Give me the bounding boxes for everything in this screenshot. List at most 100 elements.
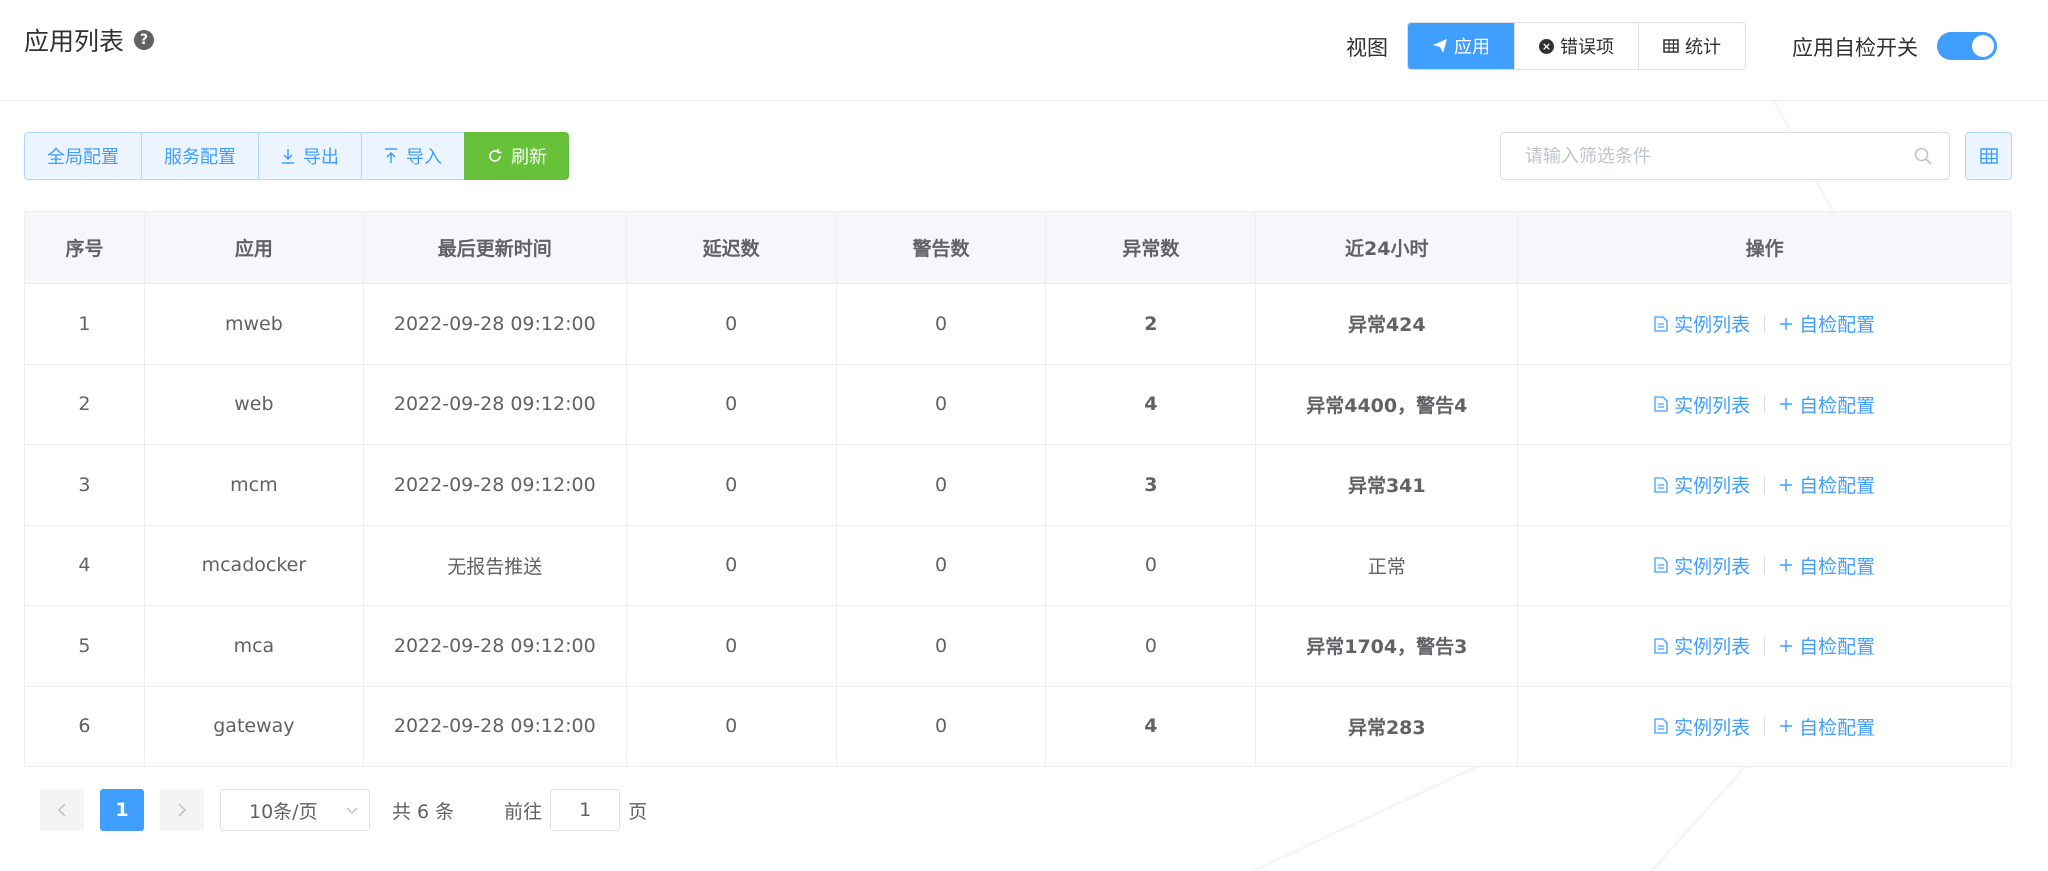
page-size-value: 10条/页 xyxy=(249,800,318,823)
divider xyxy=(1764,395,1766,414)
import-button[interactable]: 导入 xyxy=(361,132,464,180)
table-header-row: 序号 应用 最后更新时间 延迟数 警告数 异常数 近24小时 操作 xyxy=(24,211,2012,284)
cell-recent: 异常283 xyxy=(1255,685,1519,767)
page-suffix: 页 xyxy=(628,800,648,823)
cell-app: web xyxy=(143,363,364,445)
service-config-label: 服务配置 xyxy=(164,147,236,168)
instance-list-label: 实例列表 xyxy=(1674,314,1751,337)
toolbar: 全局配置 服务配置 导出 导入 刷新 xyxy=(24,132,569,180)
cell-index: 5 xyxy=(24,605,145,687)
cell-recent: 异常424 xyxy=(1255,283,1519,365)
cell-error: 2 xyxy=(1045,283,1257,365)
app-table: 序号 应用 最后更新时间 延迟数 警告数 异常数 近24小时 操作 1 mweb… xyxy=(24,211,2012,767)
cell-updated: 2022-09-28 09:12:00 xyxy=(362,685,627,767)
selfcheck-config-label: 自检配置 xyxy=(1799,555,1876,578)
pagination: 1 10条/页 共 6 条 前往 页 xyxy=(40,789,647,831)
cell-error: 0 xyxy=(1045,605,1257,687)
plus-icon xyxy=(1780,478,1793,491)
filter-input[interactable] xyxy=(1501,133,1891,179)
page-size-select[interactable]: 10条/页 xyxy=(220,789,370,831)
instance-list-label: 实例列表 xyxy=(1674,475,1751,498)
row-actions: 实例列表 自检配置 xyxy=(1518,713,2011,740)
selfcheck-config-link[interactable]: 自检配置 xyxy=(1779,471,1875,498)
cell-warn: 0 xyxy=(835,605,1047,687)
refresh-button[interactable]: 刷新 xyxy=(464,132,569,180)
instance-list-link[interactable]: 实例列表 xyxy=(1654,713,1750,740)
table-row: 6 gateway 2022-09-28 09:12:00 0 0 4 异常28… xyxy=(24,685,2012,767)
instance-list-link[interactable]: 实例列表 xyxy=(1654,310,1750,337)
refresh-label: 刷新 xyxy=(511,147,547,168)
column-header: 警告数 xyxy=(835,211,1047,284)
table-icon xyxy=(1663,39,1679,53)
question-icon[interactable]: ? xyxy=(134,30,155,50)
cell-updated: 2022-09-28 09:12:00 xyxy=(362,605,627,687)
row-actions: 实例列表 自检配置 xyxy=(1518,391,2011,418)
export-button[interactable]: 导出 xyxy=(258,132,361,180)
table-row: 2 web 2022-09-28 09:12:00 0 0 4 异常4400，警… xyxy=(24,363,2012,445)
plus-icon xyxy=(1780,317,1793,330)
prev-page-button[interactable] xyxy=(40,789,84,831)
cell-app: gateway xyxy=(143,685,364,767)
cell-warn: 0 xyxy=(835,524,1047,606)
column-header: 序号 xyxy=(24,211,145,284)
selfcheck-config-link[interactable]: 自检配置 xyxy=(1779,713,1875,740)
download-icon xyxy=(282,149,294,164)
column-header: 近24小时 xyxy=(1255,211,1519,284)
next-page-button[interactable] xyxy=(160,789,204,831)
goto-label: 前往 xyxy=(504,800,543,823)
selfcheck-config-link[interactable]: 自检配置 xyxy=(1779,552,1875,579)
chevron-right-icon xyxy=(178,803,187,817)
refresh-icon xyxy=(489,149,502,162)
view-tab-stats[interactable]: 统计 xyxy=(1639,23,1745,69)
chevron-left-icon xyxy=(57,803,66,817)
selfcheck-config-link[interactable]: 自检配置 xyxy=(1779,391,1875,418)
row-actions: 实例列表 自检配置 xyxy=(1518,310,2011,337)
view-label: 视图 xyxy=(1346,36,1388,60)
instance-list-link[interactable]: 实例列表 xyxy=(1654,471,1750,498)
view-tab-errors[interactable]: × 错误项 xyxy=(1515,23,1639,69)
cell-error: 0 xyxy=(1045,524,1257,606)
instance-list-label: 实例列表 xyxy=(1674,636,1751,659)
table-row: 5 mca 2022-09-28 09:12:00 0 0 0 异常1704，警… xyxy=(24,605,2012,687)
cell-index: 4 xyxy=(24,524,145,606)
row-actions: 实例列表 自检配置 xyxy=(1518,552,2011,579)
cell-delay: 0 xyxy=(625,363,837,445)
instance-list-link[interactable]: 实例列表 xyxy=(1654,632,1750,659)
column-header: 操作 xyxy=(1517,211,2012,284)
instance-list-label: 实例列表 xyxy=(1674,555,1751,578)
divider xyxy=(1764,717,1766,736)
instance-list-label: 实例列表 xyxy=(1674,716,1751,739)
cell-delay: 0 xyxy=(625,685,837,767)
cell-app: mweb xyxy=(143,283,364,365)
plus-icon xyxy=(1780,398,1793,411)
view-switcher: 应用 × 错误项 统计 xyxy=(1407,22,1746,70)
column-settings-button[interactable] xyxy=(1965,132,2012,180)
selfcheck-config-label: 自检配置 xyxy=(1799,716,1876,739)
selfcheck-config-label: 自检配置 xyxy=(1799,314,1876,337)
divider xyxy=(1764,636,1766,655)
selfcheck-label: 应用自检开关 xyxy=(1792,36,1918,60)
selfcheck-config-label: 自检配置 xyxy=(1799,475,1876,498)
cell-warn: 0 xyxy=(835,685,1047,767)
service-config-button[interactable]: 服务配置 xyxy=(141,132,258,180)
selfcheck-config-link[interactable]: 自检配置 xyxy=(1779,310,1875,337)
view-tab-app-label: 应用 xyxy=(1454,37,1490,58)
selfcheck-config-link[interactable]: 自检配置 xyxy=(1779,632,1875,659)
instance-list-link[interactable]: 实例列表 xyxy=(1654,552,1750,579)
document-icon xyxy=(1654,718,1668,734)
divider xyxy=(1764,556,1766,575)
cell-delay: 0 xyxy=(625,605,837,687)
goto-page-input[interactable] xyxy=(550,789,621,831)
cell-delay: 0 xyxy=(625,524,837,606)
view-tab-app[interactable]: 应用 xyxy=(1408,23,1515,69)
cell-error: 4 xyxy=(1045,363,1257,445)
selfcheck-toggle[interactable] xyxy=(1937,32,1997,60)
cell-app: mcadocker xyxy=(143,524,364,606)
column-header: 最后更新时间 xyxy=(362,211,627,284)
cell-warn: 0 xyxy=(835,283,1047,365)
row-actions: 实例列表 自检配置 xyxy=(1518,471,2011,498)
page-number-button[interactable]: 1 xyxy=(100,789,144,831)
search-icon[interactable] xyxy=(1913,146,1933,166)
global-config-button[interactable]: 全局配置 xyxy=(24,132,141,180)
instance-list-link[interactable]: 实例列表 xyxy=(1654,391,1750,418)
